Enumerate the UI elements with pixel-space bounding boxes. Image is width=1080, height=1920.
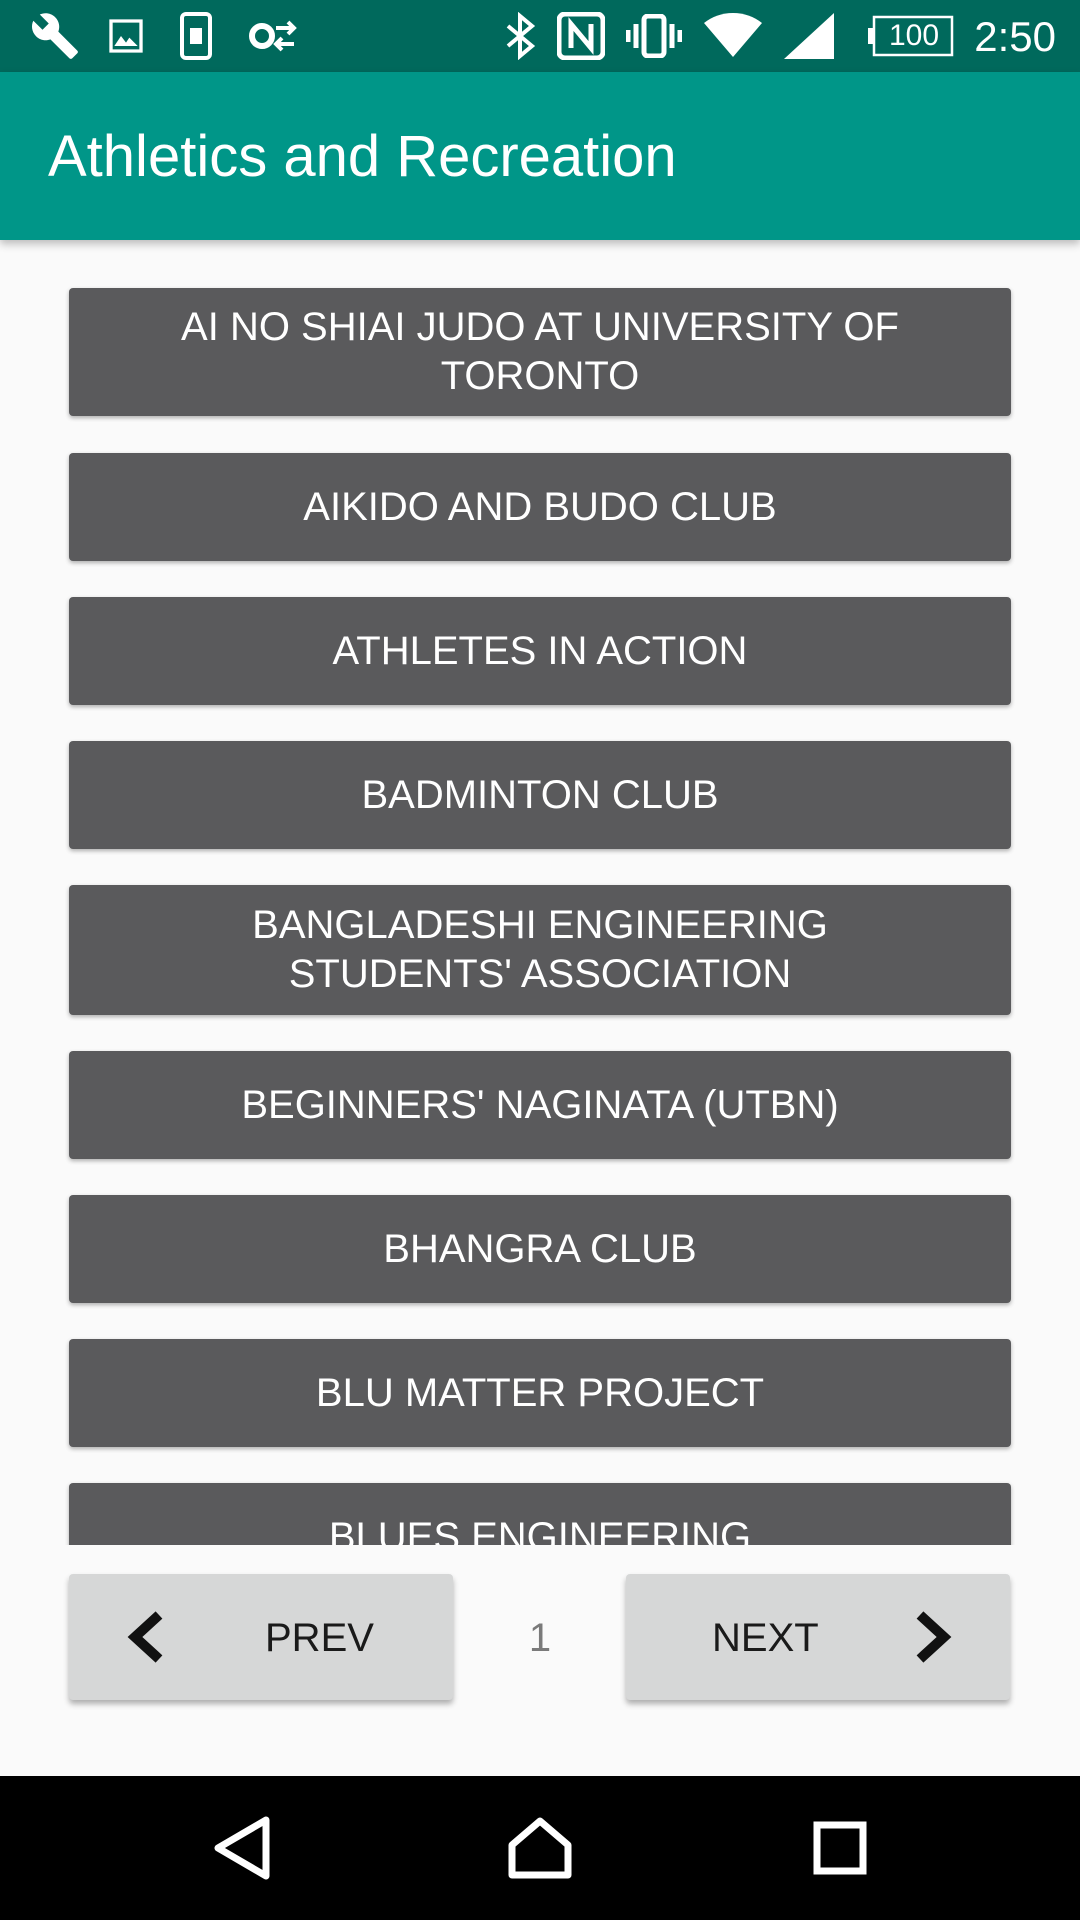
settings-sync-icon bbox=[244, 10, 300, 62]
page-title: Athletics and Recreation bbox=[48, 124, 677, 189]
next-label: NEXT bbox=[712, 1616, 819, 1660]
chevron-left-icon bbox=[125, 1574, 165, 1700]
club-item[interactable]: BLU MATTER PROJECT bbox=[69, 1339, 1011, 1447]
battery-icon: 100 bbox=[868, 10, 954, 62]
back-icon[interactable] bbox=[170, 1776, 314, 1920]
nfc-icon bbox=[556, 10, 606, 62]
club-item[interactable]: ATHLETES IN ACTION bbox=[69, 597, 1011, 705]
club-item[interactable]: AIKIDO AND BUDO CLUB bbox=[69, 453, 1011, 561]
system-nav-bar bbox=[0, 1776, 1080, 1920]
recents-icon[interactable] bbox=[768, 1776, 912, 1920]
club-item[interactable]: BEGINNERS' NAGINATA (UTBN) bbox=[69, 1051, 1011, 1159]
image-icon bbox=[104, 10, 148, 62]
club-item[interactable]: BADMINTON CLUB bbox=[69, 741, 1011, 849]
sim-icon bbox=[176, 10, 216, 62]
cell-signal-icon bbox=[782, 10, 836, 62]
page-number: 1 bbox=[528, 1616, 552, 1660]
club-item[interactable]: BANGLADESHI ENGINEERING STUDENTS' ASSOCI… bbox=[69, 885, 1011, 1015]
home-icon[interactable] bbox=[468, 1776, 612, 1920]
clock: 2:50 bbox=[974, 13, 1056, 60]
battery-level: 100 bbox=[888, 19, 940, 52]
club-item[interactable]: AI NO SHIAI JUDO AT UNIVERSITY OF TORONT… bbox=[69, 288, 1011, 416]
chevron-right-icon bbox=[914, 1574, 954, 1700]
club-item[interactable]: BLUES ENGINEERING bbox=[69, 1483, 1011, 1545]
next-button[interactable]: NEXT bbox=[626, 1574, 1010, 1700]
prev-button[interactable]: PREV bbox=[69, 1574, 453, 1700]
app-bar: Athletics and Recreation bbox=[0, 72, 1080, 240]
wrench-icon bbox=[28, 10, 82, 62]
wifi-icon bbox=[702, 10, 764, 62]
vibrate-icon bbox=[624, 10, 684, 62]
club-item[interactable]: BHANGRA CLUB bbox=[69, 1195, 1011, 1303]
status-bar: 100 2:50 bbox=[0, 0, 1080, 72]
bluetooth-icon bbox=[500, 10, 540, 62]
club-list[interactable]: AI NO SHIAI JUDO AT UNIVERSITY OF TORONT… bbox=[0, 240, 1080, 1545]
prev-label: PREV bbox=[265, 1616, 374, 1660]
